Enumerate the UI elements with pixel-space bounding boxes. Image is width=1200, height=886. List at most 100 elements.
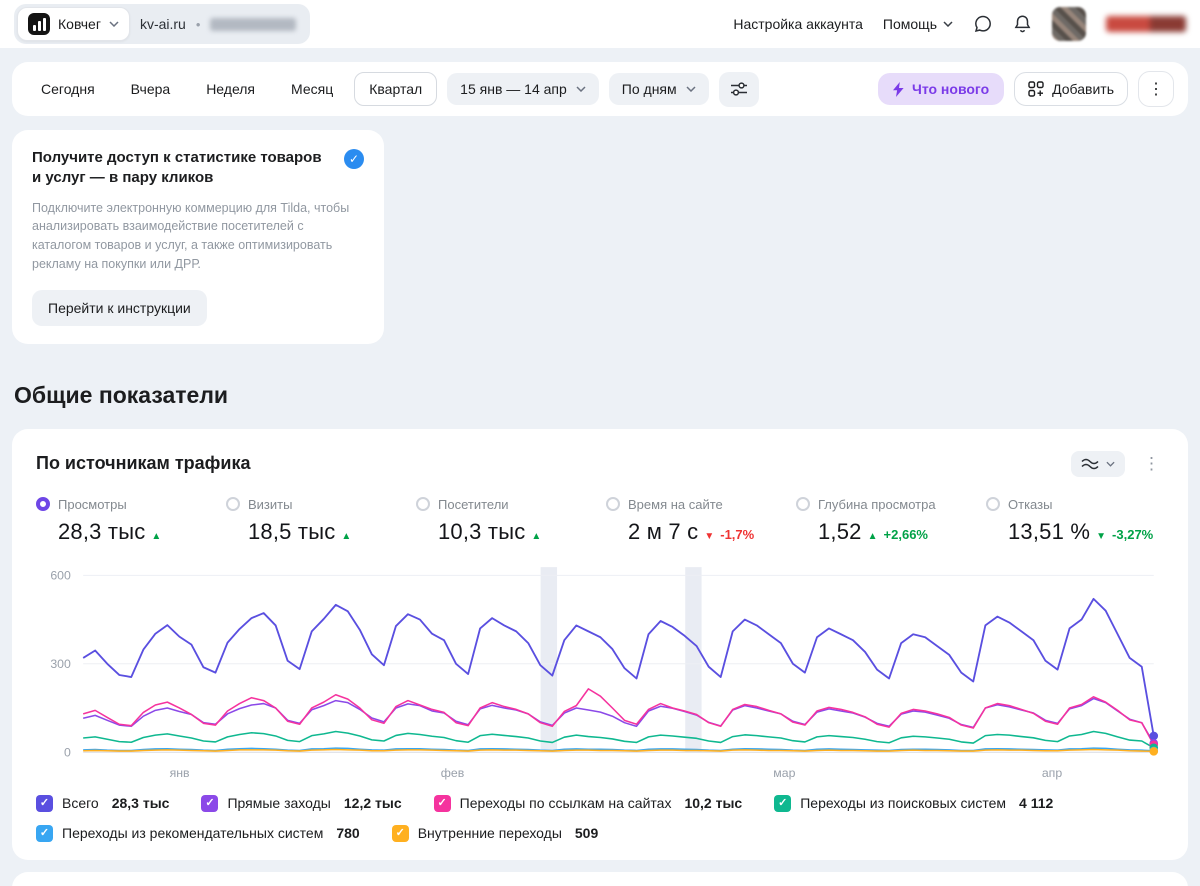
legend-label: Прямые заходы [227,795,331,811]
legend-value: 10,2 тыс [684,795,743,811]
chevron-down-icon [686,86,696,92]
grouping-label: По дням [621,81,677,97]
legend-checkbox[interactable]: ✓ [36,794,53,812]
metric-label: Отказы [1008,496,1053,512]
redacted-username [1106,16,1186,32]
tab-month[interactable]: Месяц [276,72,348,106]
counter-domain[interactable]: kv-ai.ru [140,16,186,32]
metric-visits[interactable]: Визиты 18,5 тыс ▲ [226,497,404,545]
legend-item-6[interactable]: ✓ Внутренние переходы 509 [391,824,599,842]
traffic-sources-widget: По источникам трафика ⋮ Просмотры 28,3 т… [12,428,1188,860]
metric-time-on-site[interactable]: Время на сайте 2 м 7 с ▼ -1,7% [606,497,784,545]
main-content: Сегодня Вчера Неделя Месяц Квартал 15 ян… [0,62,1200,886]
delta-value: -1,7% [720,526,755,542]
chart-type-selector[interactable] [1071,450,1125,477]
metric-radio[interactable] [226,497,240,511]
promo-instruction-button[interactable]: Перейти к инструкции [32,289,207,326]
legend-label: Всего [62,795,99,811]
widget-kebab-menu[interactable]: ⋮ [1139,454,1164,474]
traffic-chart[interactable]: 0 300 600 янв фев мар апр [36,563,1164,781]
check-icon: ✓ [205,796,215,809]
kebab-icon: ⋮ [1148,81,1164,98]
legend-item-1[interactable]: ✓ Всего 28,3 тыс [36,794,170,812]
filters-button[interactable] [718,71,759,107]
delta-arrow-icon: ▼ [704,530,715,542]
date-range-picker[interactable]: 15 янв — 14 апр [447,73,599,105]
check-badge-icon: ✓ [344,149,364,169]
period-tabs: Сегодня Вчера Неделя Месяц Квартал [26,72,438,106]
metric-views[interactable]: Просмотры 28,3 тыс ▲ [36,497,214,545]
check-icon: ✓ [395,826,405,839]
metric-value: 2 м 7 с [628,518,699,544]
svg-text:янв: янв [170,765,190,779]
redacted-counter-label [210,17,297,31]
legend-item-2[interactable]: ✓ Прямые заходы 12,2 тыс [201,794,402,812]
metrica-dashboard: Ковчег kv-ai.ru • Настройка аккаунта Пом… [0,0,1200,886]
chart-legend: ✓ Всего 28,3 тыс ✓ Прямые заходы 12,2 тыс ✓ Пер… [36,794,1164,842]
legend-checkbox[interactable]: ✓ [774,794,792,812]
promo-card: Получите доступ к статистике товаров и у… [12,130,384,344]
metric-label: Время на сайте [628,496,723,512]
metrica-logo-icon [28,13,50,35]
account-settings-link[interactable]: Настройка аккаунта [733,16,863,32]
svg-text:фев: фев [441,765,464,779]
check-icon: ✓ [39,826,50,839]
toolbar-kebab-menu[interactable]: ⋮ [1138,71,1174,107]
chat-icon[interactable] [973,14,993,34]
legend-item-5[interactable]: ✓ Переходы из рекомендательных систем 780 [36,824,360,842]
legend-item-4[interactable]: ✓ Переходы из поисковых систем 4 112 [774,794,1053,812]
traffic-chart-svg[interactable]: 0 300 600 янв фев мар апр [36,563,1164,781]
metric-radio[interactable] [416,497,430,511]
svg-text:300: 300 [50,656,71,670]
delta-arrow-icon: ▼ [1096,530,1107,542]
header-right: Настройка аккаунта Помощь [733,7,1186,41]
chevron-down-icon [576,86,586,92]
counter-switcher-group: Ковчег kv-ai.ru • [14,4,311,44]
help-label: Помощь [882,16,937,32]
metric-value: 1,52 [818,518,862,544]
legend-checkbox[interactable]: ✓ [391,824,409,842]
svg-text:0: 0 [64,745,71,759]
metric-radio[interactable] [606,497,620,511]
chevron-down-icon [1106,461,1115,467]
metric-depth[interactable]: Глубина просмотра 1,52 ▲ +2,66% [796,497,974,545]
metrics-row: Просмотры 28,3 тыс ▲ Визиты 18,5 тыс ▲ Пос… [36,497,1164,545]
metric-value: 10,3 тыс [438,518,526,544]
wave-chart-icon [1081,458,1099,469]
tab-today[interactable]: Сегодня [26,72,110,106]
delta-arrow-icon: ▲ [341,530,352,542]
legend-item-3[interactable]: ✓ Переходы по ссылкам на сайтах 10,2 тыс [433,794,743,812]
tab-yesterday[interactable]: Вчера [116,72,186,106]
notifications-bell-icon[interactable] [1013,14,1032,34]
whats-new-label: Что нового [911,81,990,97]
metric-value: 18,5 тыс [248,518,336,544]
legend-checkbox[interactable]: ✓ [36,824,53,842]
legend-value: 12,2 тыс [343,795,402,811]
metric-radio[interactable] [986,497,1000,511]
legend-checkbox[interactable]: ✓ [201,794,219,812]
legend-checkbox[interactable]: ✓ [433,794,451,812]
metric-radio[interactable] [36,497,50,511]
legend-label: Переходы из поисковых систем [800,795,1007,811]
metric-bounce-rate[interactable]: Отказы 13,51 % ▼ -3,27% [986,497,1164,545]
legend-value: 509 [574,825,599,841]
separator-dot: • [195,16,201,32]
add-button[interactable]: Добавить [1014,72,1128,106]
metric-users[interactable]: Посетители 10,3 тыс ▲ [416,497,594,545]
whats-new-button[interactable]: Что нового [877,73,1005,105]
grouping-select[interactable]: По дням [608,73,709,105]
toolbar: Сегодня Вчера Неделя Месяц Квартал 15 ян… [12,62,1188,116]
counter-switcher[interactable]: Ковчег [17,7,130,41]
svg-text:мар: мар [773,765,795,779]
svg-text:апр: апр [1042,765,1062,779]
tab-quarter[interactable]: Квартал [354,72,438,106]
delta-value: +2,66% [883,526,928,542]
user-avatar[interactable] [1052,7,1086,41]
help-menu[interactable]: Помощь [883,16,953,32]
chevron-down-icon [943,21,953,27]
next-widget-partial [12,871,1188,886]
legend-value: 28,3 тыс [111,795,170,811]
tab-week[interactable]: Неделя [191,72,270,106]
metric-radio[interactable] [796,497,810,511]
widget-title: По источникам трафика [36,453,251,473]
